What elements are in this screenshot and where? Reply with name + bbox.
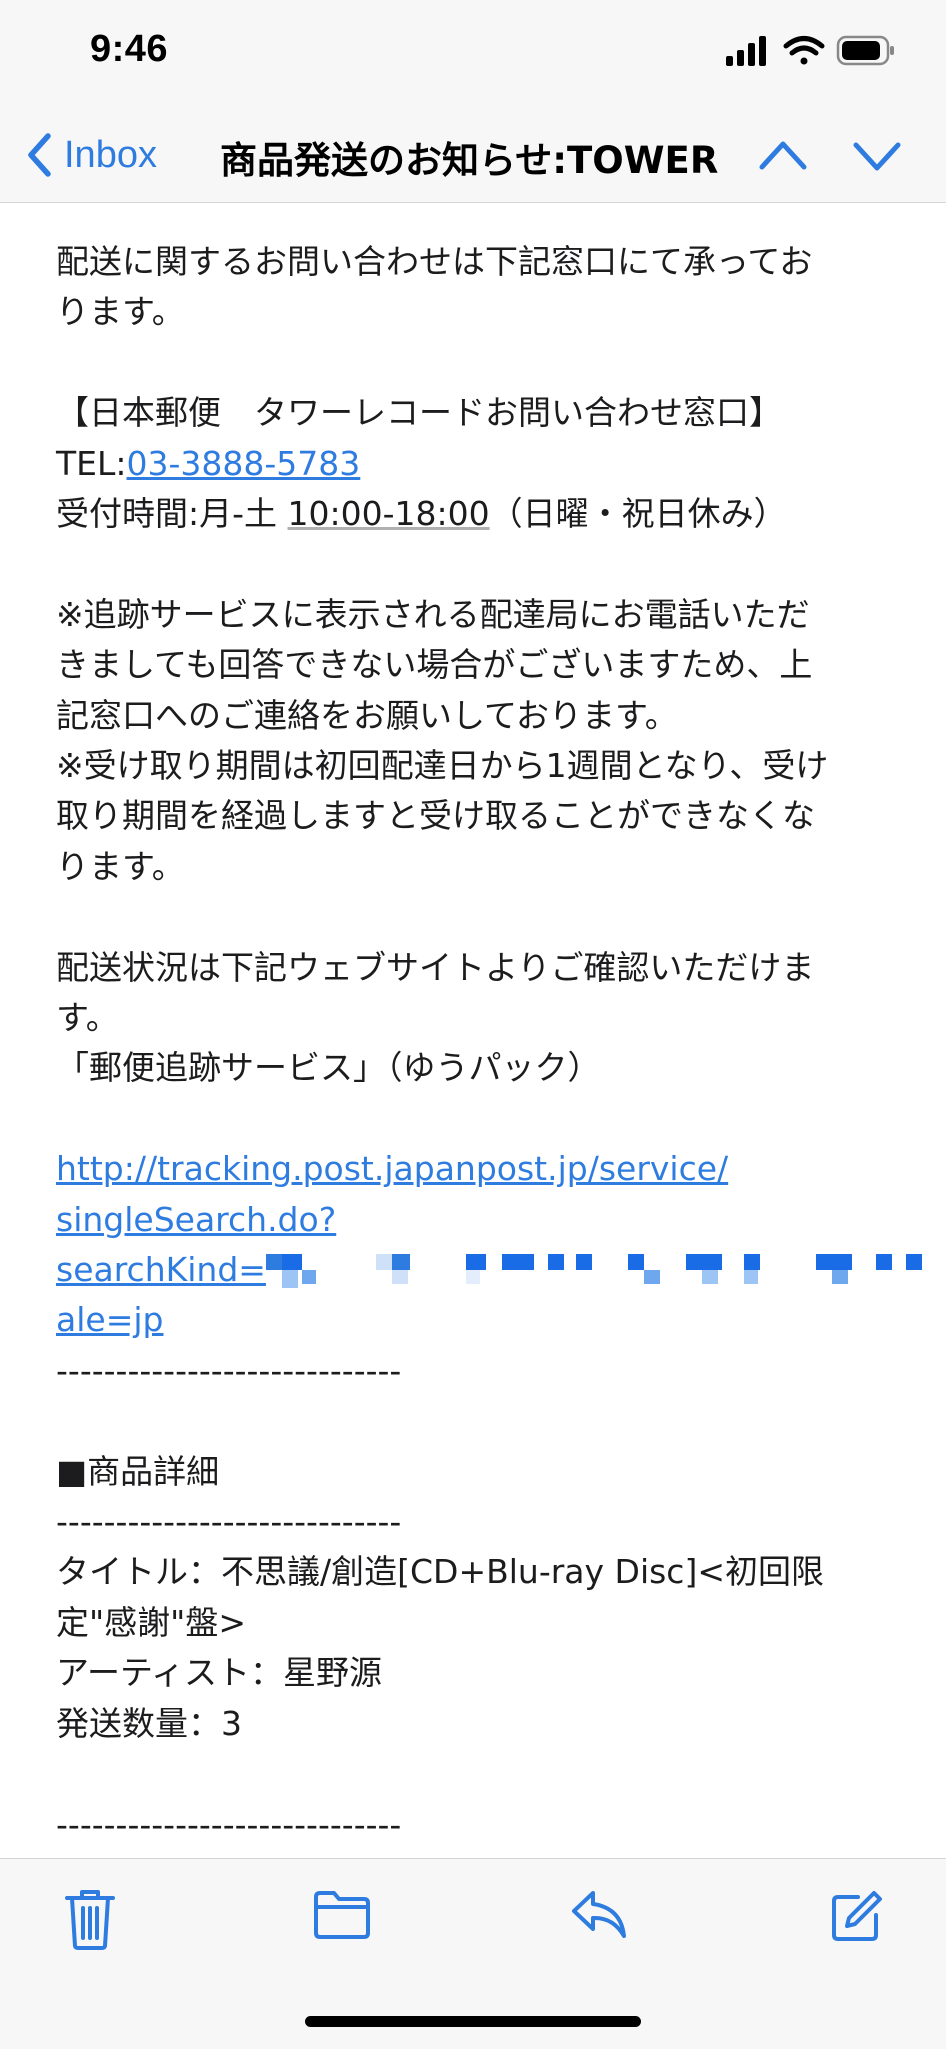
back-label: Inbox — [64, 133, 157, 176]
phone-link[interactable]: 03-3888-5783 — [127, 444, 361, 483]
hours-prefix: 受付時間:月-土 — [56, 494, 288, 534]
status-icons — [726, 35, 894, 66]
body-line: 配送に関するお問い合わせは下記窓口にて承ってお — [56, 242, 813, 281]
chevron-left-icon — [28, 133, 51, 177]
service-name: 「郵便追跡サービス」（ゆうパック） — [56, 1048, 601, 1088]
body-line: ります。 — [56, 292, 185, 332]
divider: ----------------------------- — [56, 1502, 402, 1542]
reply-icon[interactable] — [570, 1889, 628, 1941]
home-indicator[interactable] — [305, 2016, 641, 2027]
body-line: 取り期間を経過しますと受け取ることができなくな — [56, 796, 815, 836]
compose-icon[interactable] — [828, 1889, 884, 1945]
tracking-link[interactable]: singleSearch.do? — [56, 1200, 336, 1239]
product-title-line: 定"感謝"盤> — [56, 1602, 247, 1642]
back-to-inbox-button[interactable]: Inbox — [26, 126, 157, 184]
contact-header: 【日本郵便 タワーレコードお問い合わせ窓口】 — [56, 393, 782, 433]
tracking-link[interactable]: http://tracking.post.japanpost.jp/servic… — [56, 1149, 728, 1188]
tracking-link[interactable]: ale=jp — [56, 1300, 163, 1339]
trash-icon[interactable] — [64, 1889, 116, 1951]
navigation-bar: Inbox 商品発送のお知らせ:TOWER — [0, 110, 946, 203]
hours-time[interactable]: 10:00-18:00 — [288, 494, 490, 533]
redacted-url-pixelation — [265, 1252, 926, 1292]
battery-icon — [836, 35, 894, 66]
artist-line: アーティスト：星野源 — [56, 1653, 383, 1693]
tel-line: TEL:03-3888-5783 — [56, 439, 906, 489]
body-line: 配送状況は下記ウェブサイトよりご確認いただけま — [56, 947, 815, 987]
body-line: きましても回答できない場合がございますため、上 — [56, 645, 813, 685]
product-title-line: タイトル：不思議/創造[CD+Blu-ray Disc]<初回限 — [56, 1552, 824, 1592]
details-heading: ■商品詳細 — [56, 1451, 220, 1491]
message-body: 配送に関するお問い合わせは下記窓口にて承ってお ります。 【日本郵便 タワーレコ… — [56, 202, 922, 1850]
hours-suffix: （日曜・祝日休み） — [489, 494, 787, 534]
body-line: す。 — [56, 998, 119, 1038]
divider: ----------------------------- — [56, 1804, 402, 1844]
body-line: ※追跡サービスに表示される配達局にお電話いただ — [56, 594, 810, 634]
tracking-link[interactable]: searchKind= — [56, 1250, 266, 1289]
status-time: 9:46 — [90, 28, 169, 70]
chevron-down-icon[interactable] — [852, 134, 902, 178]
hours-line: 受付時間:月-土 10:00-18:00（日曜・祝日休み） — [56, 489, 906, 539]
divider: ----------------------------- — [56, 1350, 402, 1390]
chevron-up-icon[interactable] — [758, 134, 808, 178]
wifi-icon — [783, 36, 825, 65]
body-line: ※受け取り期間は初回配達日から1週間となり、受け — [56, 746, 829, 786]
folder-icon[interactable] — [312, 1889, 372, 1941]
tel-prefix: TEL: — [56, 443, 127, 483]
status-bar: 9:46 — [0, 0, 946, 110]
quantity-line: 発送数量：3 — [56, 1703, 242, 1743]
body-line: ります。 — [56, 846, 185, 886]
signal-icon — [726, 36, 766, 66]
message-title: 商品発送のお知らせ:TOWER — [220, 139, 719, 182]
body-line: 記窓口へのご連絡をお願いしております。 — [56, 695, 678, 735]
